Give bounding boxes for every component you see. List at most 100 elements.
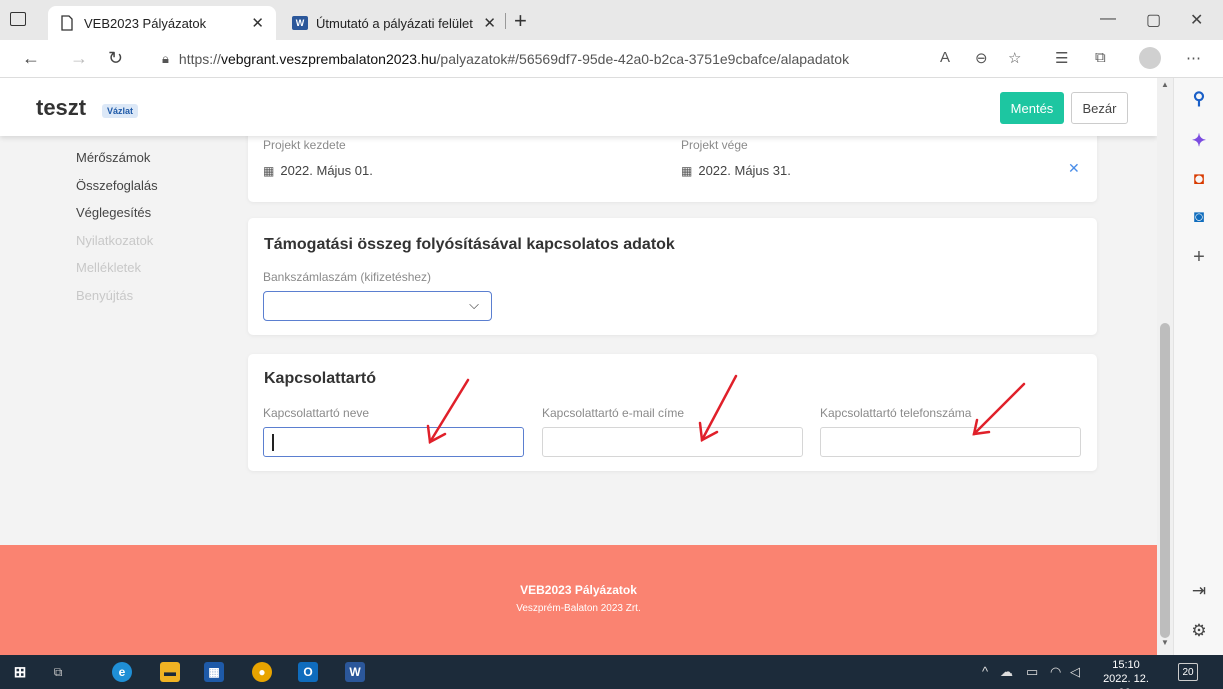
windows-start-icon[interactable]: ⊞ xyxy=(10,662,30,682)
project-start-value: 2022. Május 01. xyxy=(280,163,373,178)
tab-title: VEB2023 Pályázatok xyxy=(84,15,207,31)
favorites-icon[interactable]: ☰ xyxy=(1055,49,1068,67)
save-button[interactable]: Mentés xyxy=(1000,92,1064,124)
address-bar[interactable]: 🔒︎ https:// vebgrant.veszprembalaton2023… xyxy=(150,44,1020,74)
url-path: /palyazatok#/56569df7-95de-42a0-b2ca-375… xyxy=(436,51,850,67)
bank-account-label: Bankszámlaszám (kifizetéshez) xyxy=(263,270,432,284)
taskbar-clock[interactable]: 15:10 2022. 12. 06. xyxy=(1095,658,1157,689)
url-host: vebgrant.veszprembalaton2023.hu xyxy=(220,51,437,67)
project-end-value: 2022. Május 31. xyxy=(698,163,791,178)
search-icon[interactable]: ⚲ xyxy=(1188,88,1210,110)
contact-email-input[interactable] xyxy=(542,427,803,457)
windows-taskbar: ⊞ ⧉ e ▬ ▦ ● O W ^ ☁ ▭ ◠ ◁ 15:10 2022. 12… xyxy=(0,655,1223,689)
contact-title: Kapcsolattartó xyxy=(264,370,377,387)
url-prefix: https:// xyxy=(178,51,221,67)
outlook-icon[interactable]: ◙ xyxy=(1188,206,1210,228)
browser-toolbar: ← → ↻ 🔒︎ https:// vebgrant.veszprembalat… xyxy=(0,40,1223,78)
tray-overflow-icon[interactable]: ^ xyxy=(982,664,988,679)
office-icon[interactable]: ◘ xyxy=(1188,168,1210,190)
project-start-label: Projekt kezdete xyxy=(263,138,346,152)
more-icon[interactable]: ⋯ xyxy=(1186,49,1201,67)
copilot-icon[interactable]: ✦ xyxy=(1188,130,1210,152)
payment-title: Támogatási összeg folyósításával kapcsol… xyxy=(264,236,675,253)
scroll-down-icon[interactable]: ▼ xyxy=(1161,638,1169,647)
outlook-taskbar-icon[interactable]: O xyxy=(298,662,318,682)
back-icon[interactable]: ← xyxy=(22,48,40,69)
clock-date: 2022. 12. 06. xyxy=(1103,673,1149,689)
text-caret xyxy=(272,434,274,451)
zoom-icon[interactable]: ⊖ xyxy=(975,49,988,67)
read-aloud-icon[interactable]: A xyxy=(940,49,950,66)
footer-subtitle: Veszprém-Balaton 2023 Zrt. xyxy=(516,603,641,614)
word-icon: W xyxy=(292,16,308,30)
collections-icon[interactable]: ⧉ xyxy=(1095,49,1106,66)
profile-avatar[interactable] xyxy=(1139,47,1161,69)
favorite-icon[interactable]: ☆ xyxy=(1008,49,1021,67)
page-icon xyxy=(61,15,73,31)
chevron-down-icon: ⌵ xyxy=(469,297,479,312)
window-close-icon[interactable]: ✕ xyxy=(1190,10,1203,30)
battery-icon[interactable]: ▭ xyxy=(1026,664,1038,680)
close-tab-icon[interactable]: ✕ xyxy=(483,14,496,32)
contact-name-label: Kapcsolattartó neve xyxy=(263,406,370,420)
bank-account-select[interactable]: ⌵ xyxy=(263,291,492,321)
refresh-icon[interactable]: ↻ xyxy=(108,48,123,69)
lock-icon: 🔒︎ xyxy=(162,51,169,66)
status-badge: Vázlat xyxy=(102,104,139,118)
sidebar-item-veglegesites[interactable]: Véglegesítés xyxy=(76,203,158,231)
sidebar-toggle-icon[interactable]: ⇥ xyxy=(1188,580,1210,602)
chrome-icon[interactable]: ● xyxy=(252,662,272,682)
contact-email-label: Kapcsolattartó e-mail címe xyxy=(542,406,685,420)
calendar-icon: ▦ xyxy=(263,163,275,178)
page-viewport: teszt Vázlat Mentés Bezár Mérőszámok Öss… xyxy=(0,78,1157,655)
browser-tab-bar: VEB2023 Pályázatok ✕ W Útmutató a pályáz… xyxy=(0,0,1223,40)
contact-phone-label: Kapcsolattartó telefonszáma xyxy=(820,406,972,420)
scroll-up-icon[interactable]: ▲ xyxy=(1161,80,1169,89)
contact-card: Kapcsolattartó Kapcsolattartó neve Kapcs… xyxy=(248,354,1097,471)
restore-icon[interactable]: ▢ xyxy=(1146,10,1161,30)
notification-badge[interactable]: 20 xyxy=(1178,663,1198,681)
sidebar-nav: Mérőszámok Összefoglalás Véglegesítés Ny… xyxy=(76,148,158,313)
file-explorer-icon[interactable]: ▬ xyxy=(160,662,180,682)
sidebar-item-mellekletek: Mellékletek xyxy=(76,260,142,275)
task-view-icon[interactable]: ⧉ xyxy=(48,662,68,682)
clear-date-icon[interactable]: ✕ xyxy=(1068,160,1080,177)
payment-card: Támogatási összeg folyósításával kapcsol… xyxy=(248,218,1097,335)
new-tab-icon[interactable]: + xyxy=(514,8,527,34)
project-end-field[interactable]: ▦ 2022. Május 31. xyxy=(681,163,791,178)
add-icon[interactable]: + xyxy=(1188,246,1210,268)
clock-time: 15:10 xyxy=(1112,659,1140,671)
calendar-icon: ▦ xyxy=(681,163,693,178)
close-tab-icon[interactable]: ✕ xyxy=(251,14,264,32)
forward-icon[interactable]: → xyxy=(70,48,88,69)
sidebar-item-nyilatkozatok: Nyilatkozatok xyxy=(76,232,154,248)
sidebar-item-osszefoglalas[interactable]: Összefoglalás xyxy=(76,176,158,204)
sidebar-item-meroszamok[interactable]: Mérőszámok xyxy=(76,148,158,176)
onedrive-icon[interactable]: ☁ xyxy=(1000,664,1013,680)
sidebar-item-benyujtas: Benyújtás xyxy=(76,287,134,303)
page-scrollbar[interactable]: ▲ ▼ xyxy=(1157,78,1173,655)
tab-title: Útmutató a pályázati felület keze xyxy=(316,15,477,31)
edge-icon[interactable]: e xyxy=(112,662,132,682)
scrollbar-thumb[interactable] xyxy=(1160,323,1170,638)
gear-icon[interactable]: ⚙ xyxy=(1188,620,1210,642)
contact-phone-input[interactable] xyxy=(820,427,1081,457)
edge-sidebar: ⚲ ✦ ◘ ◙ + ⇥ ⚙ xyxy=(1173,78,1223,655)
close-button[interactable]: Bezár xyxy=(1071,92,1128,124)
tab-divider xyxy=(505,13,506,29)
tab-actions-icon[interactable] xyxy=(10,12,26,26)
tab-utmutato[interactable]: W Útmutató a pályázati felület keze ✕ xyxy=(280,6,508,40)
page-footer: VEB2023 Pályázatok Veszprém-Balaton 2023… xyxy=(0,545,1157,655)
volume-icon[interactable]: ◁ xyxy=(1070,664,1080,680)
project-end-label: Projekt vége xyxy=(681,138,748,152)
project-start-field[interactable]: ▦ 2022. Május 01. xyxy=(263,163,373,178)
app-header: teszt Vázlat Mentés Bezár xyxy=(0,78,1157,136)
footer-title: VEB2023 Pályázatok xyxy=(520,583,637,597)
minimize-icon[interactable]: — xyxy=(1100,10,1116,28)
tab-veb2023[interactable]: VEB2023 Pályázatok ✕ xyxy=(48,6,276,40)
page-title: teszt xyxy=(36,95,87,120)
store-icon[interactable]: ▦ xyxy=(204,662,224,682)
wifi-icon[interactable]: ◠ xyxy=(1050,664,1061,680)
word-taskbar-icon[interactable]: W xyxy=(345,662,365,682)
contact-name-input[interactable] xyxy=(263,427,524,457)
